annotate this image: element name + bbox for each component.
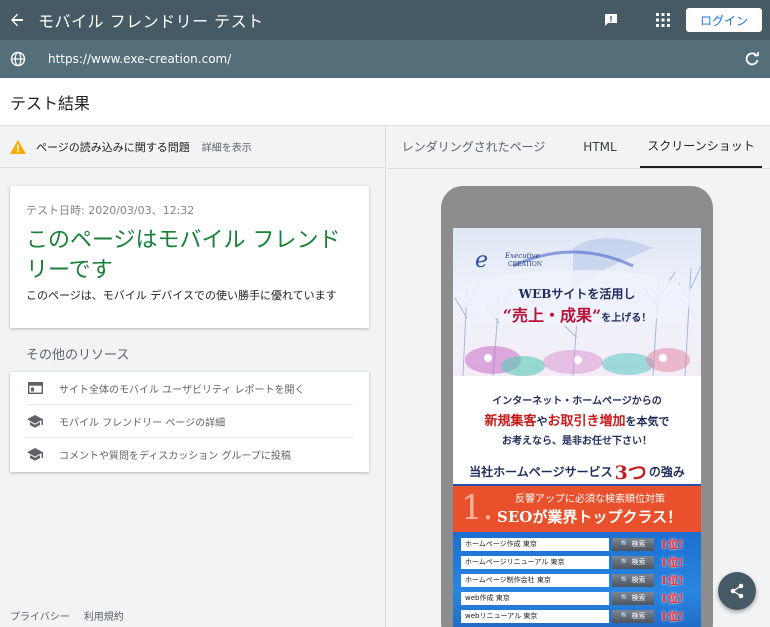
resource-item-usability-report[interactable]: サイト全体のモバイル ユーザビリティ レポートを開く <box>26 372 353 405</box>
apps-grid-icon[interactable] <box>650 7 676 33</box>
footer-links: プライバシー 利用規約 <box>10 608 124 623</box>
ranking-search-label: 検索 <box>631 576 646 584</box>
resource-item-discussion-group[interactable]: コメントや質問をディスカッション グループに投稿 <box>26 438 353 471</box>
ranking-search-label: 検索 <box>631 612 646 620</box>
site-logo: e Executive CREATION <box>475 248 543 273</box>
app-bar: モバイル フレンドリー テスト ログイン <box>0 0 770 40</box>
app-title: モバイル フレンドリー テスト <box>38 12 264 31</box>
ranking-search-button: 🔍 検索 <box>612 591 654 605</box>
tab-screenshot[interactable]: スクリーンショット <box>640 125 762 168</box>
ranking-keyword: ホームページ作成 東京 <box>461 537 609 551</box>
ranking-result: 1位！ <box>660 574 690 587</box>
logo-mark: e <box>475 248 489 273</box>
phone-frame: e Executive CREATION WEBサイトを活用し “売上・成果”を… <box>441 186 713 627</box>
resource-label: サイト全体のモバイル ユーザビリティ レポートを開く <box>59 384 305 396</box>
share-button[interactable] <box>718 572 756 610</box>
hero-line2: “売上・成果”を上げる！ <box>453 302 701 326</box>
seo-number: 1. <box>461 488 494 528</box>
hero-line1: WEBサイトを活用し <box>518 287 636 301</box>
resource-item-mobile-friendly-details[interactable]: モバイル フレンドリー ページの詳細 <box>26 405 353 438</box>
school-icon <box>26 447 44 463</box>
ranking-search-button: 🔍 検索 <box>612 555 654 569</box>
page-loading-issue-row[interactable]: ページの読み込みに関する問題 詳細を表示 <box>0 126 385 168</box>
strength-pre: 当社ホームページサービス <box>469 464 613 479</box>
strength-big: 3つ <box>614 461 647 484</box>
strength-post: の強み <box>648 464 685 479</box>
logo-text-line2: CREATION <box>508 261 543 268</box>
other-resources-title: その他のリソース <box>26 348 130 363</box>
seo-line2: SEOが業界トップクラス！ <box>497 508 683 526</box>
ranking-keyword: webリニューアル 東京 <box>461 609 609 623</box>
ranking-row: webリニューアル 東京 🔍 検索 1位！ <box>461 608 701 624</box>
reload-icon[interactable] <box>738 45 766 73</box>
seo-banner: 1. 反響アップに必須な検索順位対策 SEOが業界トップクラス！ <box>453 486 701 532</box>
strength-heading: 当社ホームページサービス 3つ の強み <box>453 458 701 486</box>
show-details-link[interactable]: 詳細を表示 <box>202 139 252 154</box>
site-sub-copy: インターネット・ホームページからの 新規集客やお取引き増加を本気で お考えなら、… <box>453 378 701 464</box>
ranking-search-label: 検索 <box>631 540 646 548</box>
ranking-result: 1位！ <box>660 592 690 605</box>
results-header: テスト結果 <box>0 78 770 126</box>
view-tabs: レンダリングされたページ HTML スクリーンショット <box>387 126 770 169</box>
sub-line1: インターネット・ホームページからの <box>492 396 662 407</box>
report-icon <box>26 380 44 396</box>
right-panel: レンダリングされたページ HTML スクリーンショット e Executive … <box>387 126 770 627</box>
feedback-icon[interactable] <box>598 7 624 33</box>
issue-text: ページの読み込みに関する問題 <box>36 140 190 154</box>
url-bar: https://www.exe-creation.com/ <box>0 40 770 78</box>
sub-line3: お考えなら、是非お任せ下さい！ <box>502 436 652 447</box>
ranking-row: ホームページリニューアル 東京 🔍 検索 1位！ <box>461 554 701 570</box>
ranking-keyword: web作成 東京 <box>461 591 609 605</box>
test-date: テスト日時: 2020/03/03、12:32 <box>26 204 195 217</box>
ranking-search-button: 🔍 検索 <box>612 609 654 623</box>
mobile-friendly-headline: このページはモバイル フレンドリーです <box>26 228 341 283</box>
resources-card: サイト全体のモバイル ユーザビリティ レポートを開く モバイル フレンドリー ペ… <box>10 372 369 472</box>
ranking-row: ホームページ制作会社 東京 🔍 検索 1位！ <box>461 572 701 588</box>
ranking-keyword: ホームページ制作会社 東京 <box>461 573 609 587</box>
results-title: テスト結果 <box>10 93 91 113</box>
sub-line2-end: を本気で <box>625 415 670 428</box>
resource-label: モバイル フレンドリー ページの詳細 <box>59 417 226 429</box>
result-description: このページは、モバイル デバイスでの使い勝手に優れています <box>26 289 337 302</box>
ranking-result: 1位！ <box>660 610 690 623</box>
flower-decoration <box>465 346 690 376</box>
ranking-list: ホームページ作成 東京 🔍 検索 1位！ ホームページリニューアル 東京 🔍 検… <box>453 532 701 627</box>
seo-line1: 反響アップに必須な検索順位対策 <box>515 494 665 505</box>
tab-rendered-page[interactable]: レンダリングされたページ <box>387 125 560 168</box>
logo-text-line1: Executive <box>505 252 540 260</box>
site-hero-banner: e Executive CREATION WEBサイトを活用し “売上・成果”を… <box>453 228 701 376</box>
left-panel: ページの読み込みに関する問題 詳細を表示 テスト日時: 2020/03/03、1… <box>0 126 386 627</box>
ranking-search-button: 🔍 検索 <box>612 573 654 587</box>
ranking-search-label: 検索 <box>631 558 646 566</box>
result-card: テスト日時: 2020/03/03、12:32 このページはモバイル フレンドリ… <box>10 186 369 328</box>
globe-icon <box>0 40 36 78</box>
sub-line2-red1: 新規集客 <box>484 414 537 429</box>
hero-line2-main: “売上・成果” <box>502 306 602 325</box>
ranking-search-label: 検索 <box>631 594 646 602</box>
tab-html[interactable]: HTML <box>560 125 640 168</box>
ranking-row: ホームページ作成 東京 🔍 検索 1位！ <box>461 536 701 552</box>
privacy-link[interactable]: プライバシー <box>10 608 70 623</box>
sub-line2-mid: や <box>536 415 548 428</box>
page-screenshot: e Executive CREATION WEBサイトを活用し “売上・成果”を… <box>453 228 701 627</box>
ranking-search-button: 🔍 検索 <box>612 537 654 551</box>
sub-line2: 新規集客やお取引き増加を本気で <box>453 410 701 429</box>
ranking-keyword: ホームページリニューアル 東京 <box>461 555 609 569</box>
url-text[interactable]: https://www.exe-creation.com/ <box>48 52 231 66</box>
school-icon <box>26 413 44 429</box>
ranking-result: 1位！ <box>660 538 690 551</box>
warning-icon <box>10 139 26 154</box>
login-button[interactable]: ログイン <box>685 8 762 32</box>
sub-line2-red2: お取引き増加 <box>547 414 626 429</box>
hero-line2-suffix: を上げる！ <box>601 313 652 324</box>
back-arrow-icon[interactable] <box>0 3 34 37</box>
share-icon <box>730 583 744 599</box>
ranking-row: web作成 東京 🔍 検索 1位！ <box>461 590 701 606</box>
terms-link[interactable]: 利用規約 <box>84 608 124 623</box>
ranking-result: 1位！ <box>660 556 690 569</box>
resource-label: コメントや質問をディスカッション グループに投稿 <box>59 451 291 462</box>
